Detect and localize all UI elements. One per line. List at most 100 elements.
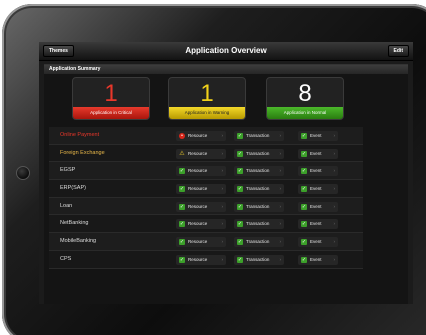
chevron-right-icon: › [279,168,282,174]
resource-label: Resource [188,186,208,192]
normal-label: Application in Normal [267,107,343,119]
event-label: Event [310,203,322,209]
critical-status-card[interactable]: 1 Application in Critical [72,77,150,120]
transaction-button[interactable]: ✓ Transaction › [234,166,284,177]
resource-button[interactable]: ✓ Resource › [176,184,226,195]
app-row[interactable]: CPS ✓ Resource › ✓ Transaction › ✓ Event › [49,250,363,269]
app-row[interactable]: ERP(SAP) ✓ Resource › ✓ Transaction › ✓ Event › [49,180,363,198]
resource-button[interactable]: • Resource › [176,131,226,141]
ok-icon: ✓ [301,221,307,228]
chevron-right-icon: › [333,203,336,209]
chevron-right-icon: › [333,239,336,245]
ok-icon: ✓ [301,133,307,139]
chevron-right-icon: › [333,221,336,227]
chevron-right-icon: › [221,256,224,262]
event-button[interactable]: ✓ Event › [298,201,338,212]
transaction-label: Transaction [246,203,270,209]
ok-icon: ✓ [179,203,185,210]
transaction-label: Transaction [246,150,270,156]
ok-icon: ✓ [301,150,307,157]
transaction-label: Transaction [246,221,270,227]
page-title: Application Overview [185,46,267,55]
ok-icon: ✓ [179,221,185,228]
resource-button[interactable]: ✓ Resource › [176,254,226,265]
chevron-right-icon: › [333,186,336,192]
application-table: Online Payment • Resource › ✓ Transaction › ✓ Ev… [49,127,363,269]
resource-button[interactable]: ✓ Resource › [176,166,226,177]
transaction-label: Transaction [246,239,270,245]
app-name: ERP(SAP) [60,185,86,192]
ok-icon: ✓ [179,256,185,263]
warning-status-card[interactable]: 1 Application in Warning [168,77,246,120]
transaction-button[interactable]: ✓ Transaction › [234,219,284,230]
chevron-right-icon: › [221,203,224,209]
transaction-label: Transaction [246,133,270,138]
ok-icon: ✓ [179,186,185,193]
ok-icon: ✓ [179,239,185,246]
application-summary-panel: Application Summary 1 Application in Cri… [44,64,408,304]
app-row[interactable]: NetBanking ✓ Resource › ✓ Transaction › ✓ Event › [49,215,363,234]
resource-button[interactable]: ✓ Resource › [176,219,226,230]
app-row[interactable]: Online Payment • Resource › ✓ Transaction › ✓ Ev… [49,127,363,145]
ok-icon: ✓ [237,186,243,193]
chevron-right-icon: › [221,168,224,174]
transaction-label: Transaction [246,186,270,192]
chevron-right-icon: › [333,133,336,138]
app-row[interactable]: Loan ✓ Resource › ✓ Transaction › ✓ Event › [49,197,363,216]
ok-icon: ✓ [301,256,307,263]
event-button[interactable]: ✓ Event › [298,254,338,265]
chevron-right-icon: › [279,186,282,192]
ok-icon: ✓ [301,239,307,246]
resource-button[interactable]: ⚠ Resource › [176,148,226,159]
transaction-label: Transaction [246,256,270,262]
event-button[interactable]: ✓ Event › [298,184,338,195]
transaction-button[interactable]: ✓ Transaction › [234,237,284,248]
event-label: Event [310,256,322,262]
app-row[interactable]: EGSP ✓ Resource › ✓ Transaction › ✓ Event › [49,162,363,181]
home-button[interactable] [16,166,30,180]
event-button[interactable]: ✓ Event › [298,148,338,159]
ok-icon: ✓ [179,168,185,175]
ok-icon: ✓ [237,239,243,246]
chevron-right-icon: › [279,203,282,209]
ok-icon: ✓ [237,221,243,228]
transaction-button[interactable]: ✓ Transaction › [234,131,284,141]
chevron-right-icon: › [279,221,282,227]
app-row[interactable]: Foreign Exchange ⚠ Resource › ✓ Transaction › ✓… [49,144,363,163]
normal-count: 8 [298,80,312,107]
event-button[interactable]: ✓ Event › [298,131,338,141]
resource-label: Resource [188,239,208,245]
event-label: Event [310,221,322,227]
event-label: Event [310,150,322,156]
summary-header: Application Summary [44,65,408,74]
chevron-right-icon: › [333,256,336,262]
app-row[interactable]: MobileBanking ✓ Resource › ✓ Transaction › ✓ Eve… [49,233,363,251]
app-name: NetBanking [60,220,89,227]
event-button[interactable]: ✓ Event › [298,237,338,248]
app-screen: Themes Application Overview Edit Applica… [39,42,413,304]
transaction-button[interactable]: ✓ Transaction › [234,254,284,265]
error-icon: • [179,133,185,139]
chevron-right-icon: › [221,133,224,138]
warning-icon: ⚠ [179,150,185,157]
app-name: Online Payment [60,132,100,138]
event-button[interactable]: ✓ Event › [298,219,338,230]
transaction-button[interactable]: ✓ Transaction › [234,184,284,195]
chevron-right-icon: › [221,150,224,156]
ok-icon: ✓ [301,168,307,175]
chevron-right-icon: › [279,133,282,138]
resource-button[interactable]: ✓ Resource › [176,237,226,248]
ok-icon: ✓ [237,256,243,263]
event-button[interactable]: ✓ Event › [298,166,338,177]
transaction-button[interactable]: ✓ Transaction › [234,201,284,212]
event-label: Event [310,186,322,192]
normal-status-card[interactable]: 8 Application in Normal [266,77,344,120]
event-label: Event [310,133,322,138]
chevron-right-icon: › [279,256,282,262]
resource-label: Resource [188,203,208,209]
resource-button[interactable]: ✓ Resource › [176,201,226,212]
edit-button[interactable]: Edit [387,45,409,57]
warning-count: 1 [200,80,214,107]
resource-label: Resource [188,256,208,262]
transaction-button[interactable]: ✓ Transaction › [234,148,284,159]
